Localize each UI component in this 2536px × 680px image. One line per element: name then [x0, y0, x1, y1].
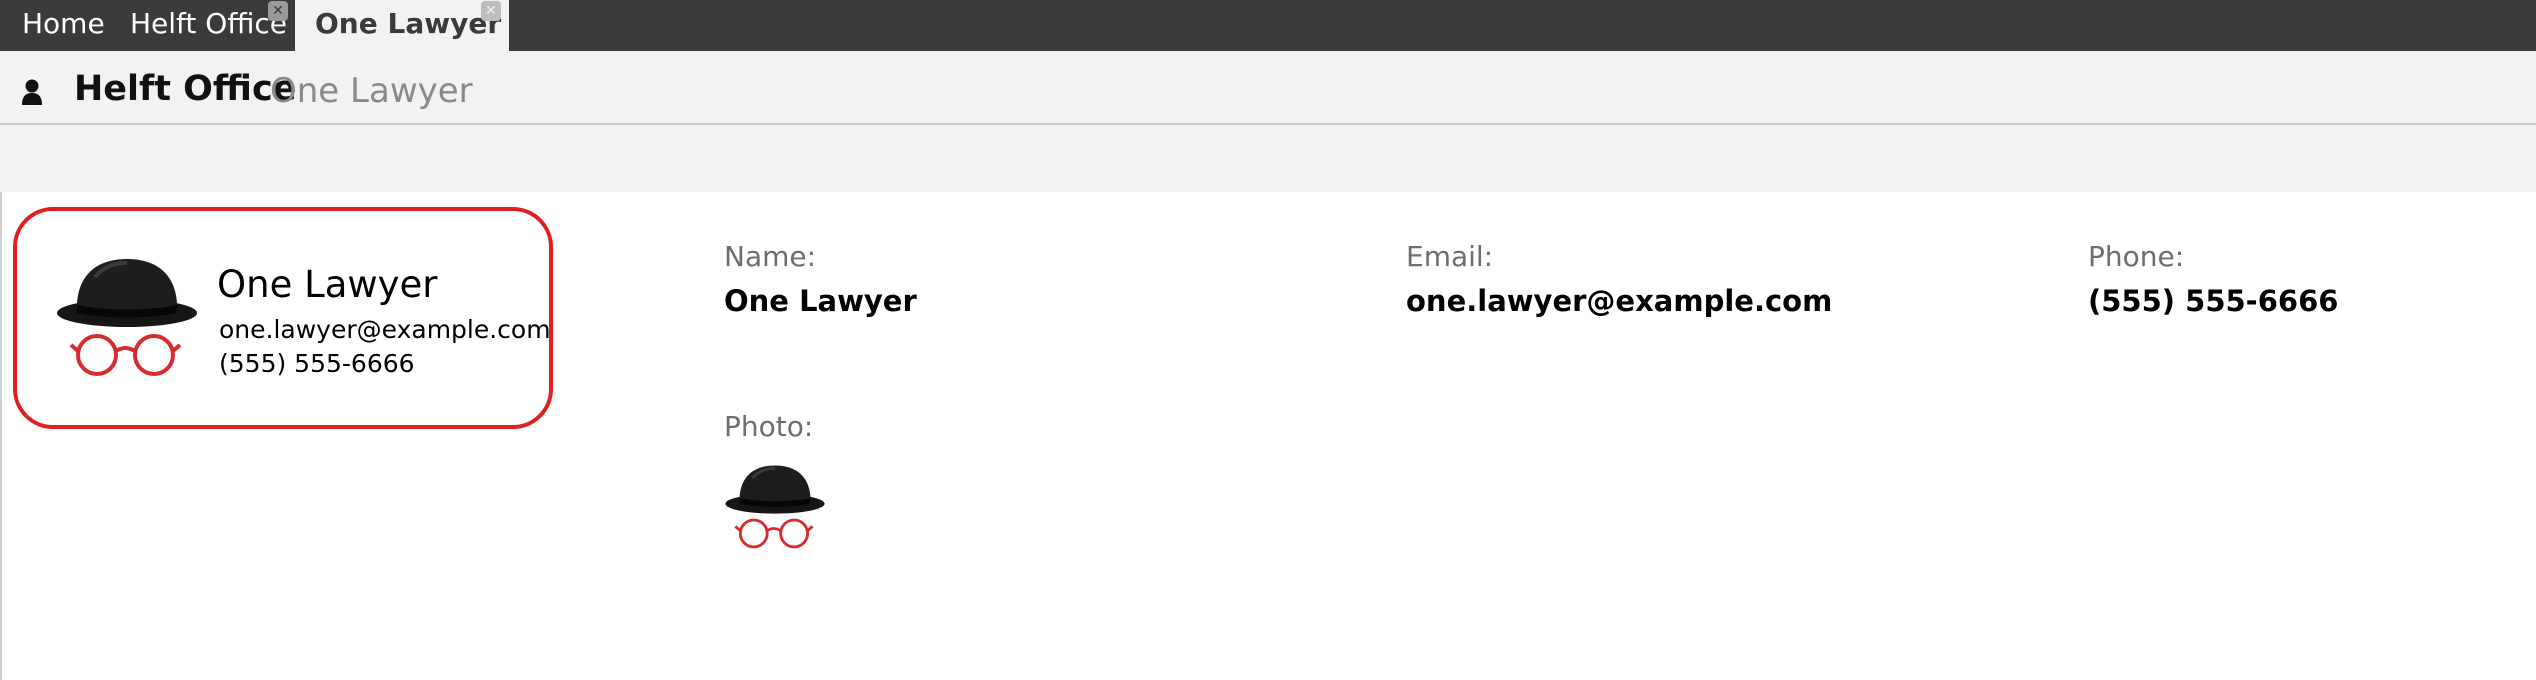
tab-one-lawyer[interactable]: One Lawyer ✕	[295, 0, 509, 51]
user-icon	[21, 79, 43, 109]
tab-helft-office-label: Helft Office	[130, 7, 288, 40]
contact-card: One Lawyer one.lawyer@example.com (555) …	[13, 207, 553, 429]
phone-value: (555) 555-6666	[2088, 284, 2339, 318]
avatar	[55, 247, 199, 377]
tab-bar: Home Helft Office ✕ One Lawyer ✕	[0, 0, 2536, 51]
name-value: One Lawyer	[724, 284, 917, 318]
card-name: One Lawyer	[217, 263, 438, 306]
phone-label: Phone:	[2088, 240, 2185, 273]
page-header: Helft Office One Lawyer	[0, 51, 2536, 125]
close-icon[interactable]: ✕	[481, 1, 501, 21]
tab-home[interactable]: Home	[0, 0, 112, 51]
name-label: Name:	[724, 240, 817, 273]
card-email: one.lawyer@example.com	[219, 315, 551, 344]
photo	[724, 456, 826, 550]
tab-one-lawyer-label: One Lawyer	[315, 7, 502, 40]
page-title: Helft Office	[74, 69, 297, 109]
card-phone: (555) 555-6666	[219, 349, 415, 378]
close-icon[interactable]: ✕	[268, 1, 288, 21]
email-label: Email:	[1406, 240, 1494, 273]
page-subtitle: One Lawyer	[270, 71, 473, 111]
email-value: one.lawyer@example.com	[1406, 284, 1833, 318]
photo-label: Photo:	[724, 410, 814, 443]
tab-home-label: Home	[22, 7, 105, 40]
tab-helft-office[interactable]: Helft Office ✕	[108, 0, 293, 51]
toolbar	[0, 125, 2536, 192]
